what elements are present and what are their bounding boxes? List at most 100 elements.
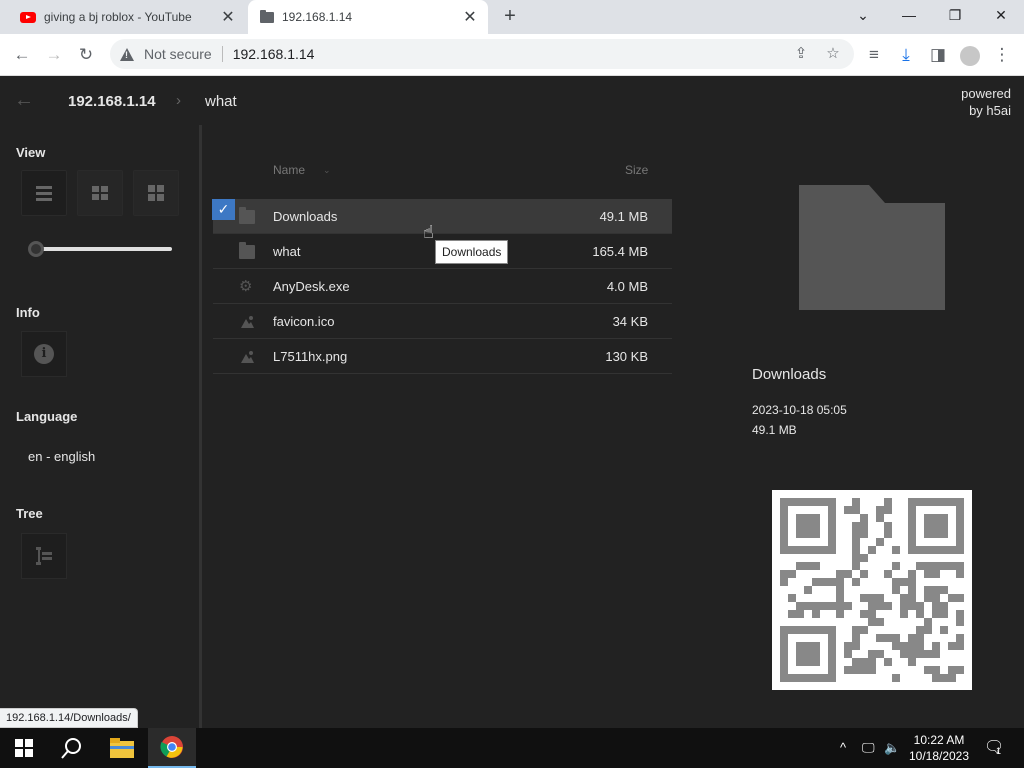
file-name[interactable]: AnyDesk.exe [273, 279, 350, 294]
network-icon[interactable]: 🖵 [862, 740, 875, 756]
chevron-up-icon[interactable]: ^ [840, 740, 846, 755]
warning-icon[interactable] [120, 47, 134, 61]
minimize-button[interactable]: — [886, 0, 932, 30]
tree-heading: Tree [16, 506, 43, 521]
menu-kebab-icon[interactable]: ⋮ [989, 42, 1015, 68]
folder-icon [239, 242, 255, 259]
tab-youtube[interactable]: giving a bj roblox - YouTube ✕ [8, 0, 246, 34]
chrome-icon [160, 736, 183, 758]
tooltip: Downloads [435, 240, 509, 264]
side-panel-icon[interactable]: ◨ [925, 42, 951, 68]
share-icon[interactable]: ⇪ [788, 39, 814, 69]
close-icon[interactable]: ✕ [216, 7, 240, 27]
download-icon[interactable]: ⤓ [893, 42, 919, 68]
tab-192-168-1-14[interactable]: 192.168.1.14 ✕ [248, 0, 488, 34]
tree-toggle-button[interactable] [21, 533, 67, 579]
notification-icon[interactable]: 🗨 [984, 737, 1004, 757]
file-name[interactable]: Downloads [273, 209, 337, 224]
new-tab-button[interactable]: + [498, 4, 522, 28]
windows-taskbar: ^ 🖵 🔈 10:22 AM 10/18/2023 🗨 1 [0, 728, 1024, 768]
file-size: 49.1 MB [599, 209, 648, 224]
forward-button[interactable]: → [41, 42, 67, 68]
file-name[interactable]: favicon.ico [273, 314, 334, 329]
preview-size: 49.1 MB [752, 423, 797, 437]
image-icon [241, 351, 254, 363]
tree-icon [36, 547, 52, 565]
clock-date: 10/18/2023 [908, 749, 970, 763]
file-name[interactable]: L7511hx.png [273, 349, 347, 364]
language-heading: Language [16, 409, 78, 424]
file-row[interactable]: ⚙ AnyDesk.exe 4.0 MB [213, 269, 672, 304]
info-toggle-button[interactable]: i [21, 331, 67, 377]
powered-line2: by h5ai [969, 103, 1011, 118]
breadcrumb-host[interactable]: 192.168.1.14 [68, 93, 156, 110]
file-size: 165.4 MB [592, 244, 648, 259]
preview-name: Downloads [752, 366, 827, 383]
file-name[interactable]: what [273, 244, 300, 259]
image-icon [241, 316, 254, 328]
security-label[interactable]: Not secure [144, 46, 212, 62]
info-icon: i [34, 344, 54, 364]
qr-code [772, 490, 972, 690]
clock-time: 10:22 AM [913, 733, 965, 747]
reload-button[interactable]: ↻ [73, 42, 99, 68]
tab-search-icon[interactable]: ⌄ [840, 0, 886, 30]
windows-start-button[interactable] [0, 728, 48, 768]
qr-code-image [772, 490, 972, 690]
column-header-size[interactable]: Size [625, 163, 648, 177]
view-icons-button[interactable] [133, 170, 179, 216]
notification-count: 1 [996, 746, 1002, 756]
divider [221, 46, 223, 62]
folder-preview-icon [799, 185, 945, 310]
search-icon [61, 738, 81, 759]
info-panel: Downloads 2023-10-18 05:05 49.1 MB [740, 125, 1024, 728]
profile-avatar[interactable] [957, 42, 983, 68]
address-bar[interactable]: Not secure 192.168.1.14 ⇪ ☆ [110, 39, 854, 69]
folder-icon [239, 207, 255, 224]
grid-view-icon [92, 186, 108, 200]
breadcrumb-dir[interactable]: what [205, 93, 237, 110]
bookmark-star-icon[interactable]: ☆ [820, 39, 846, 69]
volume-muted-icon[interactable]: 🔈 [884, 740, 900, 756]
file-explorer-icon [110, 738, 134, 758]
view-grid-button[interactable] [77, 170, 123, 216]
youtube-icon [20, 11, 36, 23]
zoom-slider-handle[interactable] [28, 241, 44, 257]
view-details-button[interactable] [21, 170, 67, 216]
file-size: 4.0 MB [606, 279, 648, 294]
preview-date: 2023-10-18 05:05 [752, 403, 847, 417]
sort-chevron-icon: ⌄ [323, 165, 331, 175]
powered-by-link[interactable]: powered by h5ai [961, 85, 1011, 119]
chevron-right-icon: › [176, 92, 181, 109]
file-explorer-button[interactable] [98, 728, 146, 768]
chrome-taskbar-button[interactable] [148, 728, 196, 768]
reading-list-icon[interactable]: ≡ [861, 42, 887, 68]
column-header-name[interactable]: Name [273, 163, 305, 177]
file-row[interactable]: L7511hx.png 130 KB [213, 339, 672, 374]
url-text[interactable]: 192.168.1.14 [233, 46, 315, 62]
view-heading: View [16, 145, 46, 160]
large-icons-view-icon [148, 185, 164, 201]
mouse-cursor-icon: ☝ [423, 222, 434, 242]
folder-icon [260, 9, 274, 23]
back-button[interactable]: ← [9, 42, 35, 68]
search-button[interactable] [48, 728, 96, 768]
checkbox-checked-icon[interactable]: ✓ [212, 199, 235, 220]
file-row[interactable]: favicon.ico 34 KB [213, 304, 672, 339]
sidebar: View Info i Language en - english Tree [0, 125, 202, 728]
list-view-icon [36, 186, 52, 201]
status-bar-url: 192.168.1.14/Downloads/ [0, 708, 138, 728]
close-window-button[interactable]: ✕ [978, 0, 1024, 30]
tab-title: 192.168.1.14 [282, 10, 353, 24]
h5ai-page: ← 192.168.1.14 › what powered by h5ai Vi… [0, 77, 1024, 728]
tab-title: giving a bj roblox - YouTube [44, 10, 192, 24]
info-heading: Info [16, 305, 40, 320]
language-select[interactable]: en - english [28, 449, 95, 464]
parent-back-icon[interactable]: ← [14, 89, 34, 112]
zoom-slider-track[interactable] [30, 247, 172, 251]
page-topbar: ← 192.168.1.14 › what powered by h5ai [0, 77, 1024, 125]
restore-button[interactable]: ❐ [932, 0, 978, 30]
file-row[interactable]: ✓ Downloads 49.1 MB [212, 199, 672, 234]
close-icon[interactable]: ✕ [458, 7, 482, 27]
system-clock[interactable]: 10:22 AM 10/18/2023 [906, 732, 972, 764]
